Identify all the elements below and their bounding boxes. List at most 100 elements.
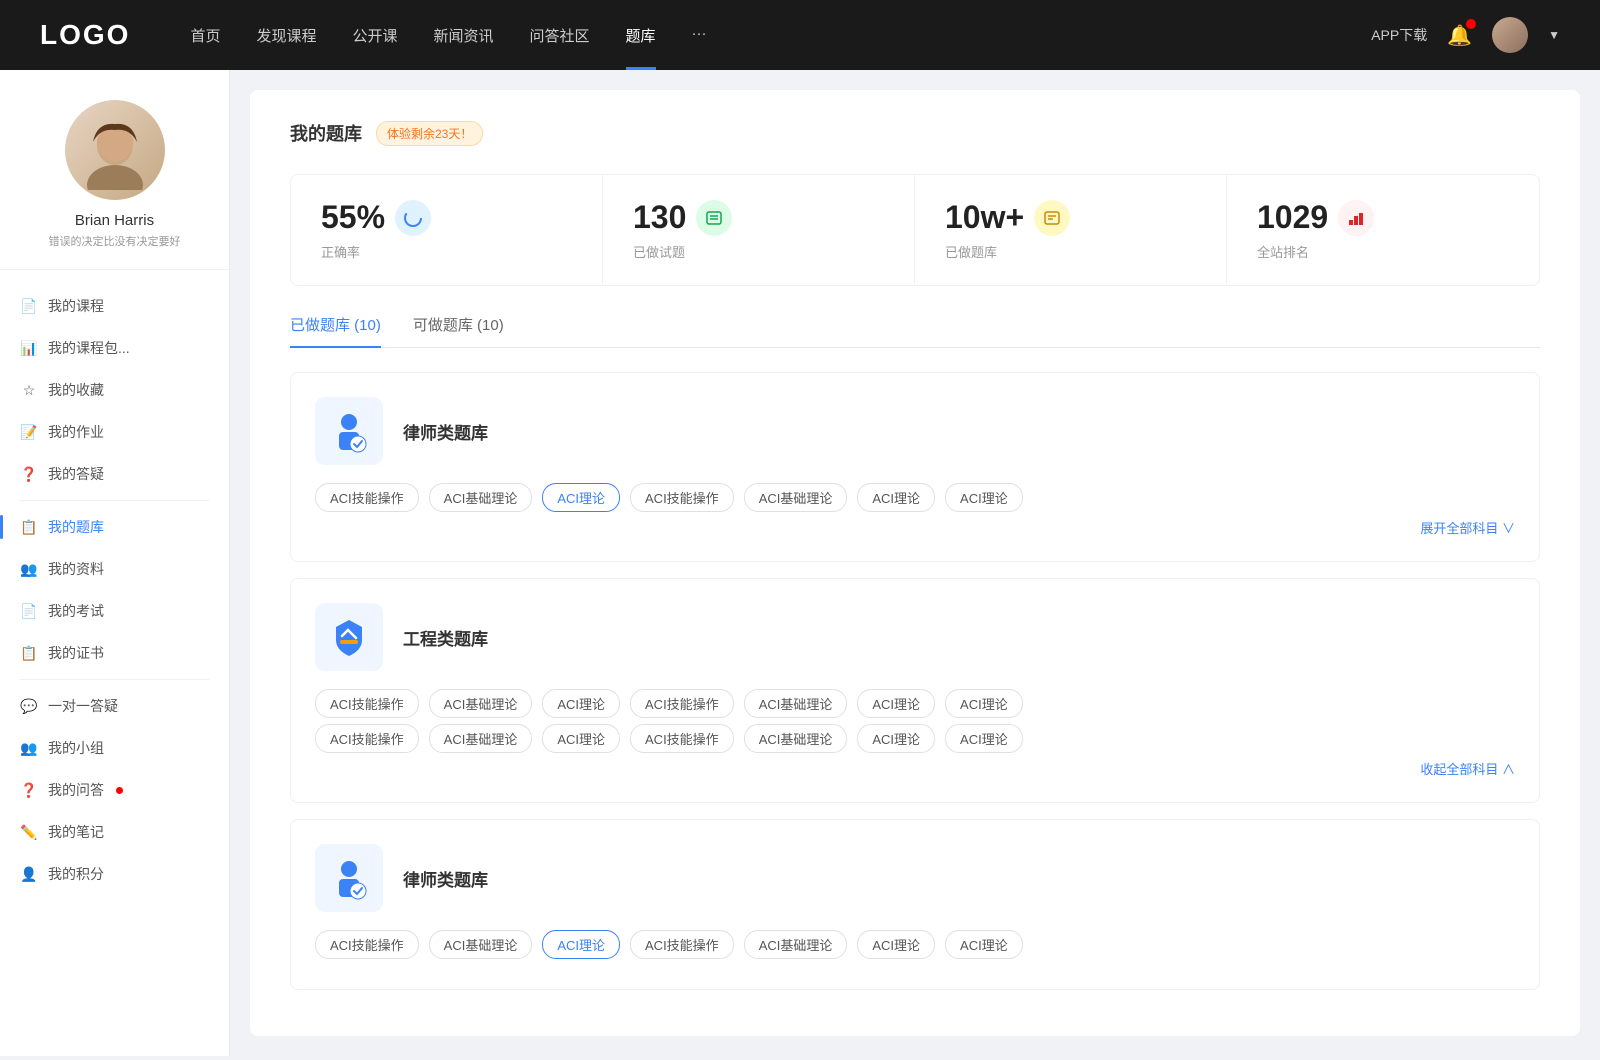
bank-icon-lawyer2 xyxy=(315,844,383,912)
tag-lawyer2-0[interactable]: ACI技能操作 xyxy=(315,930,419,959)
sidebar-label-question-bank: 我的题库 xyxy=(48,517,104,537)
tab-available-banks[interactable]: 可做题库 (10) xyxy=(413,314,504,347)
favorites-icon: ☆ xyxy=(20,382,38,399)
nav-link-qa[interactable]: 问答社区 xyxy=(530,25,590,46)
sidebar-item-question-bank[interactable]: 📋 我的题库 xyxy=(0,506,229,548)
app-download-link[interactable]: APP下载 xyxy=(1371,25,1427,45)
tag-eng-5[interactable]: ACI理论 xyxy=(857,689,935,718)
sidebar-item-courses[interactable]: 📄 我的课程 xyxy=(0,285,229,327)
sidebar-label-profile: 我的资料 xyxy=(48,559,104,579)
nav-link-discover[interactable]: 发现课程 xyxy=(256,25,316,46)
tag-lawyer1-2[interactable]: ACI理论 xyxy=(542,483,620,512)
qa-icon: ❓ xyxy=(20,466,38,483)
stat-icon-rank xyxy=(1338,200,1374,236)
tag-lawyer1-1[interactable]: ACI基础理论 xyxy=(429,483,533,512)
nav-links: 首页 发现课程 公开课 新闻资讯 问答社区 题库 ··· xyxy=(190,25,1371,46)
stat-done-questions: 130 已做试题 xyxy=(603,175,915,285)
bank-card-lawyer1: 律师类题库 ACI技能操作 ACI基础理论 ACI理论 ACI技能操作 ACI基… xyxy=(290,372,1540,562)
tag-eng-9[interactable]: ACI理论 xyxy=(542,724,620,753)
sidebar-item-notes[interactable]: ✏️ 我的笔记 xyxy=(0,811,229,853)
tag-lawyer1-4[interactable]: ACI基础理论 xyxy=(744,483,848,512)
trial-badge: 体验剩余23天！ xyxy=(376,121,483,146)
tag-eng-10[interactable]: ACI技能操作 xyxy=(630,724,734,753)
tag-lawyer2-5[interactable]: ACI理论 xyxy=(857,930,935,959)
notes-icon: ✏️ xyxy=(20,824,38,841)
sidebar-item-exams[interactable]: 📄 我的考试 xyxy=(0,590,229,632)
nav-link-home[interactable]: 首页 xyxy=(190,25,220,46)
notification-bell[interactable]: 🔔 xyxy=(1447,23,1472,48)
bank-card-header-lawyer1: 律师类题库 xyxy=(315,397,1515,465)
tag-eng-0[interactable]: ACI技能操作 xyxy=(315,689,419,718)
sidebar-label-packages: 我的课程包... xyxy=(48,338,130,358)
stat-value-banks: 10w+ xyxy=(945,199,1024,236)
tag-lawyer2-3[interactable]: ACI技能操作 xyxy=(630,930,734,959)
profile-icon: 👥 xyxy=(20,561,38,578)
sidebar-label-notes: 我的笔记 xyxy=(48,822,104,842)
tag-eng-6[interactable]: ACI理论 xyxy=(945,689,1023,718)
sidebar-item-groups[interactable]: 👥 我的小组 xyxy=(0,727,229,769)
tag-eng-3[interactable]: ACI技能操作 xyxy=(630,689,734,718)
nav-link-more[interactable]: ··· xyxy=(692,25,707,46)
stat-label-correct: 正确率 xyxy=(321,242,572,261)
sidebar-item-points[interactable]: 👤 我的积分 xyxy=(0,853,229,895)
tab-done-banks[interactable]: 已做题库 (10) xyxy=(290,314,381,347)
sidebar-item-certificates[interactable]: 📋 我的证书 xyxy=(0,632,229,674)
navbar: LOGO 首页 发现课程 公开课 新闻资讯 问答社区 题库 ··· APP下载 … xyxy=(0,0,1600,70)
tag-eng-11[interactable]: ACI基础理论 xyxy=(744,724,848,753)
avatar-chevron-icon[interactable]: ▼ xyxy=(1548,28,1560,42)
collapse-btn-engineer[interactable]: 收起全部科目 ∧ xyxy=(315,759,1515,778)
sidebar-label-points: 我的积分 xyxy=(48,864,104,884)
sidebar-label-courses: 我的课程 xyxy=(48,296,104,316)
tag-eng-1[interactable]: ACI基础理论 xyxy=(429,689,533,718)
tag-eng-2[interactable]: ACI理论 xyxy=(542,689,620,718)
sidebar-item-my-questions[interactable]: ❓ 我的问答 xyxy=(0,769,229,811)
bank-name-lawyer1: 律师类题库 xyxy=(403,419,488,444)
tag-eng-8[interactable]: ACI基础理论 xyxy=(429,724,533,753)
sidebar-label-favorites: 我的收藏 xyxy=(48,380,104,400)
tag-lawyer1-5[interactable]: ACI理论 xyxy=(857,483,935,512)
bank-name-lawyer2: 律师类题库 xyxy=(403,866,488,891)
tag-lawyer2-1[interactable]: ACI基础理论 xyxy=(429,930,533,959)
user-avatar[interactable] xyxy=(1492,17,1528,53)
stat-label-banks: 已做题库 xyxy=(945,242,1196,261)
stat-top-4: 1029 xyxy=(1257,199,1509,236)
avatar-image xyxy=(1492,17,1528,53)
expand-btn-lawyer1[interactable]: 展开全部科目 ∨ xyxy=(315,518,1515,537)
nav-link-questionbank[interactable]: 题库 xyxy=(626,25,656,46)
packages-icon: 📊 xyxy=(20,340,38,357)
bank-card-header-engineer: 工程类题库 xyxy=(315,603,1515,671)
notification-badge xyxy=(1466,19,1476,29)
bank-icon-lawyer1 xyxy=(315,397,383,465)
tag-eng-13[interactable]: ACI理论 xyxy=(945,724,1023,753)
tags-row-engineer-1: ACI技能操作 ACI基础理论 ACI理论 ACI技能操作 ACI基础理论 AC… xyxy=(315,689,1515,718)
tag-eng-12[interactable]: ACI理论 xyxy=(857,724,935,753)
stat-icon-banks xyxy=(1034,200,1070,236)
sidebar-item-my-qa[interactable]: ❓ 我的答疑 xyxy=(0,453,229,495)
tag-lawyer2-4[interactable]: ACI基础理论 xyxy=(744,930,848,959)
sidebar-item-course-packages[interactable]: 📊 我的课程包... xyxy=(0,327,229,369)
sidebar-label-my-questions: 我的问答 xyxy=(48,780,104,800)
tag-lawyer2-6[interactable]: ACI理论 xyxy=(945,930,1023,959)
stat-top-2: 130 xyxy=(633,199,884,236)
sidebar-item-favorites[interactable]: ☆ 我的收藏 xyxy=(0,369,229,411)
bank-name-engineer: 工程类题库 xyxy=(403,625,488,650)
stat-value-rank: 1029 xyxy=(1257,199,1328,236)
nav-logo[interactable]: LOGO xyxy=(40,19,130,51)
sidebar-item-one-on-one[interactable]: 💬 一对一答疑 xyxy=(0,685,229,727)
nav-link-news[interactable]: 新闻资讯 xyxy=(434,25,494,46)
tag-eng-7[interactable]: ACI技能操作 xyxy=(315,724,419,753)
stat-value-correct: 55% xyxy=(321,199,385,236)
sidebar-label-certificates: 我的证书 xyxy=(48,643,104,663)
sidebar-item-homework[interactable]: 📝 我的作业 xyxy=(0,411,229,453)
tag-lawyer1-3[interactable]: ACI技能操作 xyxy=(630,483,734,512)
tag-lawyer1-6[interactable]: ACI理论 xyxy=(945,483,1023,512)
nav-link-open[interactable]: 公开课 xyxy=(352,25,397,46)
tag-eng-4[interactable]: ACI基础理论 xyxy=(744,689,848,718)
sidebar-label-qa: 我的答疑 xyxy=(48,464,104,484)
tag-lawyer2-2[interactable]: ACI理论 xyxy=(542,930,620,959)
tag-lawyer1-0[interactable]: ACI技能操作 xyxy=(315,483,419,512)
sidebar-item-profile[interactable]: 👥 我的资料 xyxy=(0,548,229,590)
sidebar-label-homework: 我的作业 xyxy=(48,422,104,442)
tags-row-engineer-2: ACI技能操作 ACI基础理论 ACI理论 ACI技能操作 ACI基础理论 AC… xyxy=(315,724,1515,753)
sidebar-menu: 📄 我的课程 📊 我的课程包... ☆ 我的收藏 📝 我的作业 ❓ 我的答疑 � xyxy=(0,280,229,900)
